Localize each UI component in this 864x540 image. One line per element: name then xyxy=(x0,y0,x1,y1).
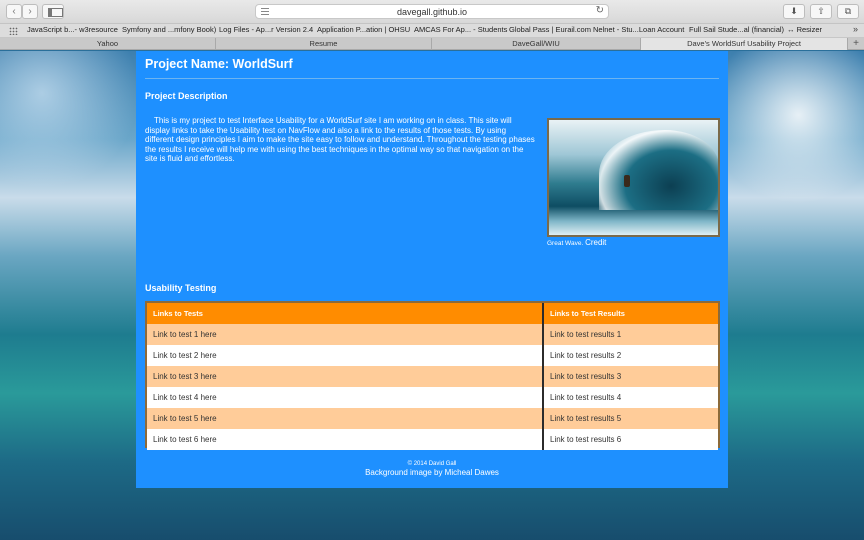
test-link[interactable]: Link to test 3 here xyxy=(147,366,542,387)
top-sites-grid-icon[interactable] xyxy=(9,27,18,35)
bookmark-item[interactable]: ↔ Resizer xyxy=(787,25,822,34)
results-link[interactable]: Link to test results 1 xyxy=(542,324,718,345)
results-link[interactable]: Link to test results 3 xyxy=(542,366,718,387)
bookmark-item[interactable]: Nelnet - Stu...Loan Account xyxy=(593,25,684,34)
testing-heading: Usability Testing xyxy=(145,283,217,293)
test-link[interactable]: Link to test 4 here xyxy=(147,387,542,408)
results-link[interactable]: Link to test results 6 xyxy=(542,429,718,450)
bookmarks-overflow-icon[interactable]: » xyxy=(853,24,858,34)
caption-text: Great Wave. xyxy=(547,240,586,247)
wave-curl xyxy=(599,130,718,210)
table-row: Link to test 6 here Link to test results… xyxy=(147,429,718,450)
back-button[interactable]: ‹ xyxy=(6,4,22,19)
reload-icon[interactable]: ↻ xyxy=(596,5,604,16)
table-row: Link to test 5 here Link to test results… xyxy=(147,408,718,429)
table-row: Link to test 1 here Link to test results… xyxy=(147,324,718,345)
share-icon[interactable]: ⇧ xyxy=(810,4,832,19)
show-tabs-icon[interactable]: ⧉ xyxy=(837,4,859,19)
bookmark-item[interactable]: Symfony and ...mfony Book) xyxy=(122,25,216,34)
url-text: davegall.github.io xyxy=(396,7,468,17)
bookmark-item[interactable]: Application P...ation | OHSU xyxy=(317,25,410,34)
column-header: Links to Tests xyxy=(153,309,203,318)
divider xyxy=(145,78,719,79)
bookmark-item[interactable]: Full Sail Stude...al (financial) xyxy=(689,25,784,34)
downloads-icon[interactable]: ⬇ xyxy=(783,4,805,19)
table-row: Link to test 2 here Link to test results… xyxy=(147,345,718,366)
new-tab-button[interactable]: + xyxy=(848,38,864,50)
bookmark-item[interactable]: JavaScript b...- w3resource xyxy=(27,25,118,34)
table-header: Links to Tests Links to Test Results xyxy=(147,303,718,324)
photo-caption: Great Wave. Credit xyxy=(547,238,606,247)
results-link[interactable]: Link to test results 2 xyxy=(542,345,718,366)
tab-davegall-wiu[interactable]: DaveGall/WIU xyxy=(432,38,641,50)
results-link[interactable]: Link to test results 5 xyxy=(542,408,718,429)
description-text: This is my project to test Interface Usa… xyxy=(145,116,535,164)
tab-yahoo[interactable]: Yahoo xyxy=(0,38,216,50)
footer-credit-link[interactable]: Background image by Micheal Dawes xyxy=(136,468,728,477)
background-foam xyxy=(0,51,140,191)
table-row: Link to test 4 here Link to test results… xyxy=(147,387,718,408)
table-row: Link to test 3 here Link to test results… xyxy=(147,366,718,387)
test-link[interactable]: Link to test 5 here xyxy=(147,408,542,429)
address-bar[interactable]: davegall.github.io ↻ xyxy=(255,4,609,19)
test-link[interactable]: Link to test 2 here xyxy=(147,345,542,366)
browser-toolbar: ‹ › davegall.github.io ↻ ⬇ ⇧ ⧉ xyxy=(0,0,864,24)
column-header: Links to Test Results xyxy=(542,303,718,324)
surfer-figure xyxy=(624,175,630,187)
bookmarks-bar: JavaScript b...- w3resource Symfony and … xyxy=(0,24,864,38)
bookmark-item[interactable]: Log Files - Ap...r Version 2.4 xyxy=(219,25,313,34)
content-panel: Project Name: WorldSurf Project Descript… xyxy=(136,51,728,488)
tab-worldsurf-project[interactable]: Dave's WorldSurf Usability Project xyxy=(641,38,848,50)
test-link[interactable]: Link to test 6 here xyxy=(147,429,542,450)
description-heading: Project Description xyxy=(145,91,228,101)
tab-bar: Yahoo Resume DaveGall/WIU Dave's WorldSu… xyxy=(0,38,864,50)
tab-resume[interactable]: Resume xyxy=(216,38,432,50)
footer-copyright: © 2014 David Gall xyxy=(407,461,457,467)
wave-photo xyxy=(547,118,720,237)
test-link[interactable]: Link to test 1 here xyxy=(147,324,542,345)
sidebar-toggle-icon[interactable] xyxy=(42,4,64,19)
results-link[interactable]: Link to test results 4 xyxy=(542,387,718,408)
usability-table: Links to Tests Links to Test Results Lin… xyxy=(145,301,720,450)
page-title: Project Name: WorldSurf xyxy=(145,57,293,71)
forward-button[interactable]: › xyxy=(22,4,38,19)
bookmark-item[interactable]: Global Pass | Eurail.com xyxy=(509,25,591,34)
bookmark-item[interactable]: AMCAS For Ap... - Students xyxy=(414,25,507,34)
credit-link[interactable]: Credit xyxy=(585,238,606,247)
